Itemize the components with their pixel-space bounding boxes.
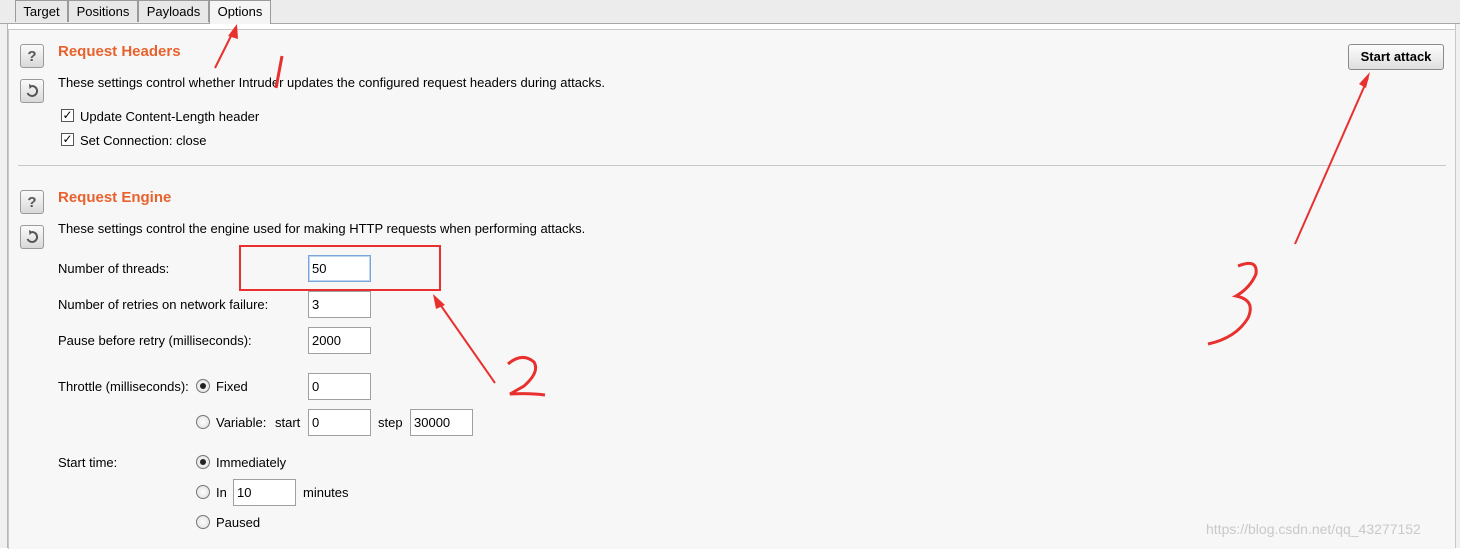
left-scroll-strip [0,24,8,548]
throttle-variable-radio[interactable] [196,415,210,429]
retries-input[interactable]: 3 [308,291,371,318]
tab-options[interactable]: Options [209,0,271,24]
start-in-unit: minutes [303,485,349,500]
throttle-step-label: step [378,415,403,430]
start-immediately-label: Immediately [216,455,287,470]
throttle-variable-label: Variable: [216,415,267,430]
throttle-fixed-radio[interactable] [196,379,210,393]
set-connection-close-checkbox[interactable]: ✓ [61,133,74,146]
request-engine-title: Request Engine [58,189,172,206]
request-headers-description: These settings control whether Intruder … [58,75,606,90]
set-connection-close-label: Set Connection: close [80,133,207,148]
throttle-fixed-input[interactable]: 0 [308,373,371,400]
start-in-label: In [216,485,227,500]
start-attack-button[interactable]: Start attack [1348,44,1444,70]
pause-input[interactable]: 2000 [308,327,371,354]
refresh-icon[interactable] [20,225,44,249]
right-edge [1455,24,1460,548]
section-divider [18,165,1446,166]
start-in-radio[interactable] [196,485,210,499]
threads-label: Number of threads: [58,261,170,276]
update-content-length-label: Update Content-Length header [80,109,260,124]
start-paused-label: Paused [216,515,261,530]
options-panel [8,29,1455,549]
tab-payloads[interactable]: Payloads [138,0,209,22]
request-headers-title: Request Headers [58,43,181,60]
retries-label: Number of retries on network failure: [58,297,269,312]
throttle-label: Throttle (milliseconds): [58,379,189,394]
watermark: https://blog.csdn.net/qq_43277152 [1206,521,1421,537]
pause-label: Pause before retry (milliseconds): [58,333,252,348]
throttle-step-input[interactable]: 30000 [410,409,473,436]
request-engine-description: These settings control the engine used f… [58,221,586,236]
start-paused-radio[interactable] [196,515,210,529]
update-content-length-checkbox[interactable]: ✓ [61,109,74,122]
throttle-start-label: start [275,415,301,430]
help-question-icon[interactable]: ? [20,190,44,214]
threads-input[interactable]: 50 [308,255,371,282]
tab-positions[interactable]: Positions [68,0,138,22]
throttle-fixed-label: Fixed [216,379,248,394]
tab-target[interactable]: Target [15,0,68,22]
tab-bar: Target Positions Payloads Options [0,0,1460,24]
start-immediately-radio[interactable] [196,455,210,469]
throttle-start-input[interactable]: 0 [308,409,371,436]
start-in-input[interactable]: 10 [233,479,296,506]
help-question-icon[interactable]: ? [20,44,44,68]
refresh-icon[interactable] [20,79,44,103]
start-time-label: Start time: [58,455,118,470]
